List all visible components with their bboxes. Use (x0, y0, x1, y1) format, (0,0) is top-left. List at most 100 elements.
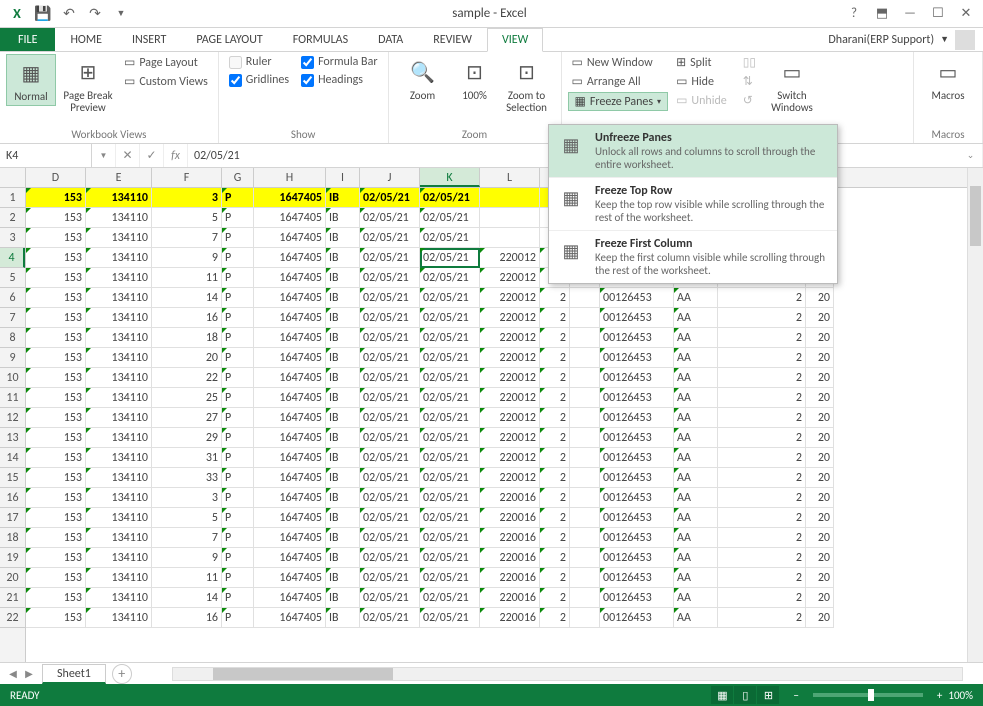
cell-L1[interactable] (480, 188, 540, 208)
cell-O14[interactable]: 00126453 (600, 448, 674, 468)
cell-L12[interactable]: 220012 (480, 408, 540, 428)
cell-F12[interactable]: 27 (152, 408, 222, 428)
cell-L10[interactable]: 220012 (480, 368, 540, 388)
cell-P12[interactable]: AA (674, 408, 718, 428)
cell-R14[interactable]: 20 (806, 448, 834, 468)
cell-N11[interactable] (570, 388, 600, 408)
row-header-19[interactable]: 19 (0, 548, 25, 568)
cell-E3[interactable]: 134110 (86, 228, 152, 248)
split-button[interactable]: ⊞Split (672, 54, 731, 71)
ruler-checkbox[interactable]: Ruler (225, 54, 293, 70)
unfreeze-panes-item[interactable]: ▦ Unfreeze Panes Unlock all rows and col… (549, 125, 837, 178)
unhide-button[interactable]: ▭Unhide (672, 92, 731, 109)
cell-Q17[interactable]: 2 (718, 508, 806, 528)
vertical-scrollbar[interactable] (967, 168, 983, 662)
tab-insert[interactable]: INSERT (117, 28, 181, 51)
cell-O18[interactable]: 00126453 (600, 528, 674, 548)
cell-P21[interactable]: AA (674, 588, 718, 608)
cell-M14[interactable]: 2 (540, 448, 570, 468)
cell-M17[interactable]: 2 (540, 508, 570, 528)
cell-R16[interactable]: 20 (806, 488, 834, 508)
cell-P17[interactable]: AA (674, 508, 718, 528)
col-header-G[interactable]: G (222, 168, 254, 187)
cell-F9[interactable]: 20 (152, 348, 222, 368)
row-header-10[interactable]: 10 (0, 368, 25, 388)
cell-M21[interactable]: 2 (540, 588, 570, 608)
cell-Q8[interactable]: 2 (718, 328, 806, 348)
cell-O12[interactable]: 00126453 (600, 408, 674, 428)
cell-F11[interactable]: 25 (152, 388, 222, 408)
redo-icon[interactable]: ↷ (84, 3, 106, 25)
cell-H4[interactable]: 1647405 (254, 248, 326, 268)
cell-J11[interactable]: 02/05/21 (360, 388, 420, 408)
cell-D15[interactable]: 153 (26, 468, 86, 488)
row-header-11[interactable]: 11 (0, 388, 25, 408)
cell-O17[interactable]: 00126453 (600, 508, 674, 528)
cell-F2[interactable]: 5 (152, 208, 222, 228)
cell-K5[interactable]: 02/05/21 (420, 268, 480, 288)
cell-K22[interactable]: 02/05/21 (420, 608, 480, 628)
cell-H15[interactable]: 1647405 (254, 468, 326, 488)
cell-P14[interactable]: AA (674, 448, 718, 468)
row-header-13[interactable]: 13 (0, 428, 25, 448)
cell-G11[interactable]: P (222, 388, 254, 408)
cell-L17[interactable]: 220016 (480, 508, 540, 528)
cell-G18[interactable]: P (222, 528, 254, 548)
cell-R12[interactable]: 20 (806, 408, 834, 428)
cell-I10[interactable]: IB (326, 368, 360, 388)
cell-G8[interactable]: P (222, 328, 254, 348)
cell-M13[interactable]: 2 (540, 428, 570, 448)
cell-F14[interactable]: 31 (152, 448, 222, 468)
cell-N17[interactable] (570, 508, 600, 528)
col-header-F[interactable]: F (152, 168, 222, 187)
row-header-20[interactable]: 20 (0, 568, 25, 588)
cell-Q10[interactable]: 2 (718, 368, 806, 388)
row-header-17[interactable]: 17 (0, 508, 25, 528)
cell-H10[interactable]: 1647405 (254, 368, 326, 388)
cell-F22[interactable]: 16 (152, 608, 222, 628)
cell-I16[interactable]: IB (326, 488, 360, 508)
cell-E20[interactable]: 134110 (86, 568, 152, 588)
cell-E4[interactable]: 134110 (86, 248, 152, 268)
cell-L15[interactable]: 220012 (480, 468, 540, 488)
cell-F13[interactable]: 29 (152, 428, 222, 448)
new-window-button[interactable]: ▭New Window (568, 54, 669, 71)
cell-N22[interactable] (570, 608, 600, 628)
cell-K18[interactable]: 02/05/21 (420, 528, 480, 548)
minimize-icon[interactable]: — (897, 3, 923, 25)
cell-M18[interactable]: 2 (540, 528, 570, 548)
cell-Q11[interactable]: 2 (718, 388, 806, 408)
cell-P19[interactable]: AA (674, 548, 718, 568)
cell-I17[interactable]: IB (326, 508, 360, 528)
maximize-icon[interactable]: ☐ (925, 3, 951, 25)
cell-G2[interactable]: P (222, 208, 254, 228)
tab-formulas[interactable]: FORMULAS (278, 28, 363, 51)
cell-F10[interactable]: 22 (152, 368, 222, 388)
cell-R7[interactable]: 20 (806, 308, 834, 328)
cell-E18[interactable]: 134110 (86, 528, 152, 548)
col-header-H[interactable]: H (254, 168, 326, 187)
cell-H3[interactable]: 1647405 (254, 228, 326, 248)
cell-L22[interactable]: 220016 (480, 608, 540, 628)
cell-J7[interactable]: 02/05/21 (360, 308, 420, 328)
cell-J4[interactable]: 02/05/21 (360, 248, 420, 268)
cell-L21[interactable]: 220016 (480, 588, 540, 608)
col-header-E[interactable]: E (86, 168, 152, 187)
avatar-icon[interactable] (955, 30, 975, 50)
cell-F7[interactable]: 16 (152, 308, 222, 328)
cell-G16[interactable]: P (222, 488, 254, 508)
cell-H6[interactable]: 1647405 (254, 288, 326, 308)
cell-D5[interactable]: 153 (26, 268, 86, 288)
cell-D18[interactable]: 153 (26, 528, 86, 548)
cell-Q22[interactable]: 2 (718, 608, 806, 628)
cell-M8[interactable]: 2 (540, 328, 570, 348)
cell-L18[interactable]: 220016 (480, 528, 540, 548)
cell-E15[interactable]: 134110 (86, 468, 152, 488)
cell-I14[interactable]: IB (326, 448, 360, 468)
cell-D4[interactable]: 153 (26, 248, 86, 268)
cell-L13[interactable]: 220012 (480, 428, 540, 448)
cell-G14[interactable]: P (222, 448, 254, 468)
cell-N7[interactable] (570, 308, 600, 328)
row-header-16[interactable]: 16 (0, 488, 25, 508)
cell-P9[interactable]: AA (674, 348, 718, 368)
